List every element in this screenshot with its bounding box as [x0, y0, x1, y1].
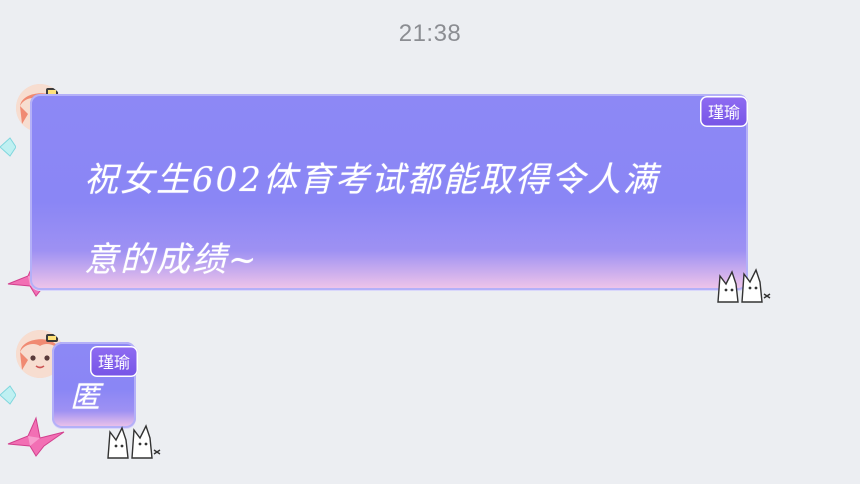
sender-name-tag: 瑾瑜 — [89, 346, 138, 377]
sender-name-tag: 瑾瑜 — [699, 96, 748, 127]
teal-diamond-icon — [0, 384, 17, 406]
message-timestamp: 21:38 — [398, 20, 462, 47]
message-bubble[interactable]: 瑾瑜 匿 — [52, 342, 138, 428]
message-text: 匿 — [70, 380, 100, 415]
teal-diamond-icon — [0, 136, 17, 158]
message-bubble[interactable]: 瑾瑜 祝女生602体育考试都能取得令人满意的成绩~ — [30, 94, 748, 290]
cat-sticker-icon — [104, 420, 162, 462]
chat-screen: 21:38 瑾瑜 祝女生602体育考试都能取得令人满意的成绩~ 瑾瑜 匿 — [0, 0, 860, 484]
message-text: 祝女生602体育考试都能取得令人满意的成绩~ — [84, 160, 659, 280]
cat-sticker-icon — [714, 264, 772, 306]
